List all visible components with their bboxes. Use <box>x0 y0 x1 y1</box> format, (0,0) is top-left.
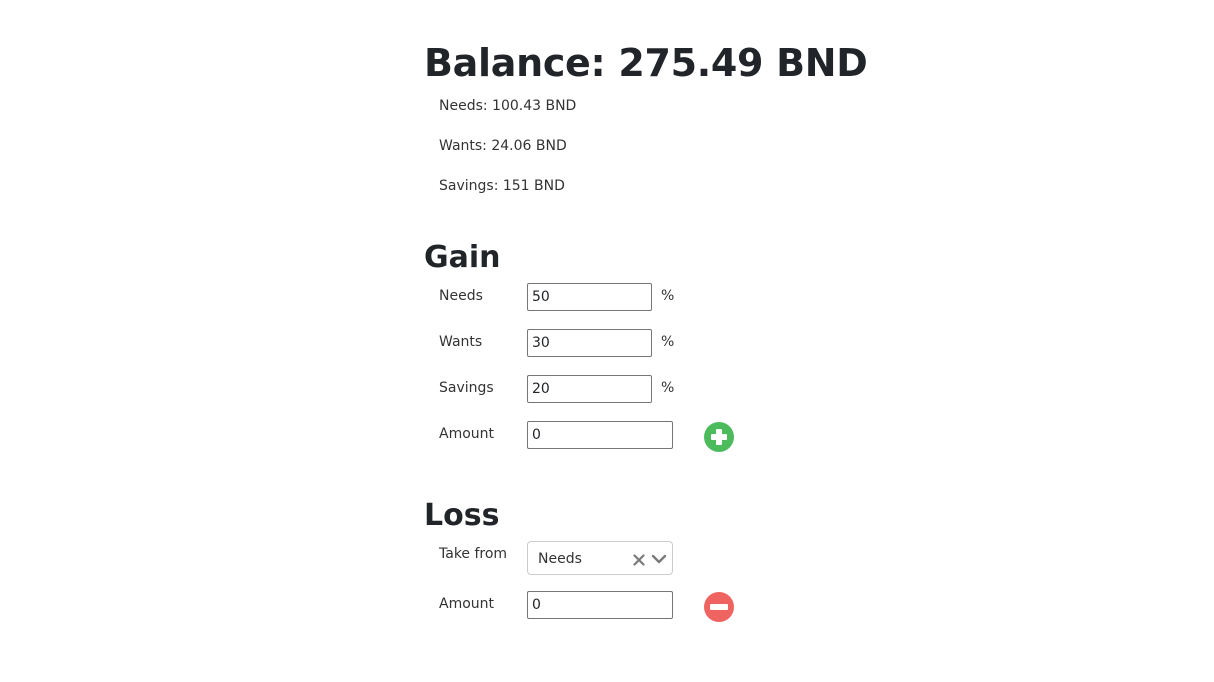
loss-take-from-label: Take from <box>439 546 508 562</box>
add-gain-button[interactable] <box>703 421 735 453</box>
minus-circle-icon <box>704 592 734 622</box>
gain-amount-input[interactable] <box>527 421 673 449</box>
plus-circle-icon <box>704 422 734 452</box>
balance-title: Balance: 275.49 BND <box>424 41 868 85</box>
wants-balance: Wants: 24.06 BND <box>439 138 567 154</box>
gain-wants-percent-sign: % <box>661 334 675 350</box>
gain-wants-percent-input[interactable] <box>527 329 652 357</box>
gain-amount-label: Amount <box>439 426 495 442</box>
gain-needs-percent-sign: % <box>661 288 675 304</box>
take-from-selected-value: Needs <box>538 551 582 567</box>
loss-amount-input[interactable] <box>527 591 673 619</box>
savings-balance: Savings: 151 BND <box>439 178 565 194</box>
gain-savings-label: Savings <box>439 380 494 396</box>
gain-heading: Gain <box>424 240 501 275</box>
remove-loss-button[interactable] <box>703 591 735 623</box>
gain-wants-label: Wants <box>439 334 483 350</box>
close-icon[interactable] <box>632 550 646 568</box>
take-from-select[interactable]: Needs <box>527 541 673 575</box>
gain-savings-percent-input[interactable] <box>527 375 652 403</box>
loss-heading: Loss <box>424 498 500 533</box>
needs-balance: Needs: 100.43 BND <box>439 98 577 114</box>
gain-needs-label: Needs <box>439 288 483 304</box>
gain-needs-percent-input[interactable] <box>527 283 652 311</box>
chevron-down-icon[interactable] <box>651 550 667 568</box>
loss-amount-label: Amount <box>439 596 495 612</box>
gain-savings-percent-sign: % <box>661 380 675 396</box>
